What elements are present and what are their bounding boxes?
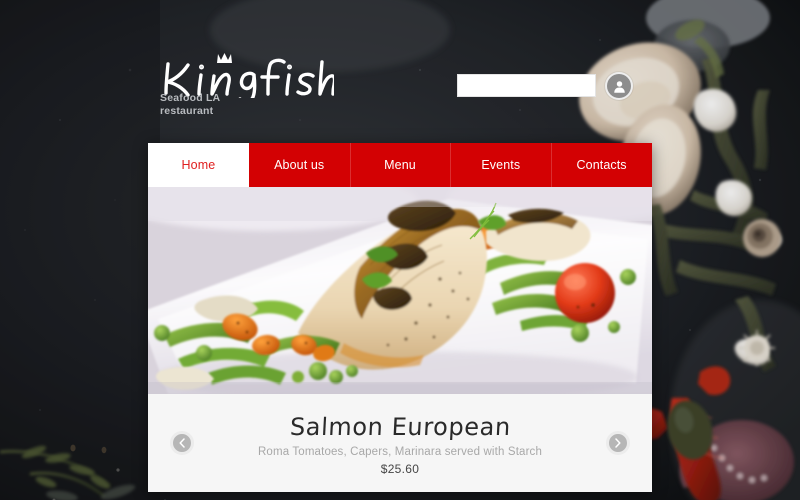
site-header: Seafood LA restaurant <box>0 0 800 143</box>
site-logo[interactable] <box>158 46 358 98</box>
search-box[interactable] <box>457 74 625 97</box>
dish-photo <box>148 187 652 394</box>
crown-icon <box>217 53 232 63</box>
main-navigation: Home About us Menu Events Contacts <box>148 143 652 187</box>
site-tagline: Seafood LA restaurant <box>160 92 220 117</box>
nav-item-contacts[interactable]: Contacts <box>551 143 652 187</box>
chevron-right-icon <box>615 438 621 448</box>
dish-price: $25.60 <box>380 461 420 476</box>
search-input[interactable] <box>458 75 612 96</box>
chevron-left-icon <box>179 438 185 448</box>
nav-item-menu[interactable]: Menu <box>349 143 451 187</box>
logo-wordmark <box>164 53 334 98</box>
slider-next-button[interactable] <box>606 431 630 455</box>
content-panel: Home About us Menu Events Contacts Salmo… <box>148 143 652 492</box>
nav-item-about-us[interactable]: About us <box>249 143 350 187</box>
user-icon <box>613 80 625 93</box>
slide-caption: Salmon European Roma Tomatoes, Capers, M… <box>148 394 652 492</box>
nav-item-events[interactable]: Events <box>450 143 551 187</box>
tagline-line-2: restaurant <box>160 104 214 117</box>
dish-title: Salmon European <box>288 412 512 441</box>
account-button[interactable] <box>605 72 633 100</box>
slider-prev-button[interactable] <box>170 431 194 455</box>
nav-item-home[interactable]: Home <box>148 143 249 187</box>
dish-description: Roma Tomatoes, Capers, Marinara served w… <box>257 445 543 458</box>
slider-image <box>148 187 652 394</box>
tagline-line-1: Seafood LA <box>160 92 221 104</box>
